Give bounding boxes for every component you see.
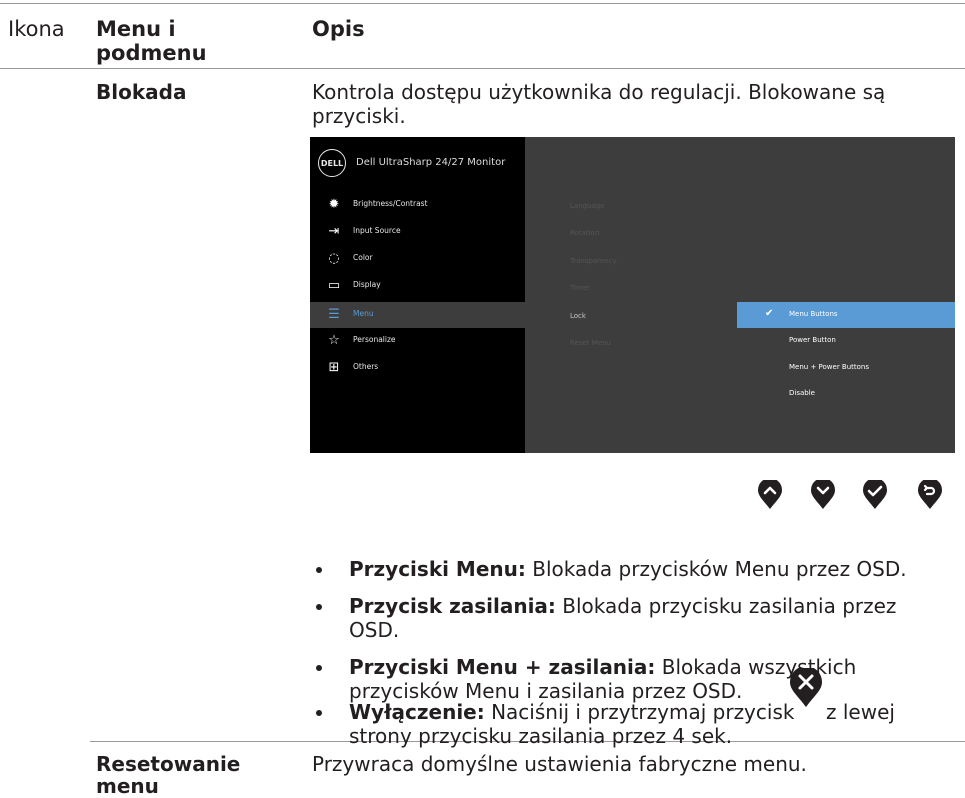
osd-menu-display[interactable]: ▭ Display (310, 273, 525, 299)
osd-menu-label: Display (353, 280, 381, 289)
osd-submenu-reset-menu[interactable]: Reset Menu (570, 339, 611, 347)
close-icon (790, 668, 822, 707)
bullet-disable-after-icon: z lewej (826, 700, 895, 724)
input-source-icon: ⇥ (328, 224, 340, 239)
header-menu-column-line2: podmenu (96, 41, 207, 65)
osd-option-menu-buttons[interactable]: ✔ Menu Buttons (737, 302, 955, 328)
osd-menu-others[interactable]: ⊞ Others (310, 355, 525, 381)
osd-option-menu-power-buttons[interactable]: Menu + Power Buttons (737, 355, 955, 381)
lock-row-description-line2: przyciski. (312, 104, 406, 128)
osd-menu-label: Input Source (353, 226, 401, 235)
bullet-text: Blokada przycisku zasilania przez (555, 594, 897, 618)
bullet-text: Blokada przycisków Menu przez OSD. (525, 557, 907, 581)
bullet-dot (316, 567, 322, 573)
reset-row-title: Resetowanie (96, 752, 241, 776)
header-rule (0, 68, 965, 69)
bullet-term: Wyłączenie: (349, 700, 485, 724)
osd-option-label: Disable (789, 389, 815, 397)
brightness-icon: ✹ (328, 197, 340, 212)
display-icon: ▭ (327, 278, 341, 293)
osd-submenu-rotation[interactable]: Rotation (570, 229, 599, 237)
osd-option-disable[interactable]: Disable (737, 381, 955, 407)
down-arrow-icon[interactable] (810, 480, 836, 510)
bullet-term: Przyciski Menu: (349, 557, 526, 581)
bullet-text: Blokada wszystkich (655, 655, 857, 679)
up-arrow-icon[interactable] (757, 480, 783, 510)
bullet-term: Przycisk zasilania: (349, 594, 556, 618)
others-icon: ⊞ (328, 360, 340, 375)
osd-option-power-button[interactable]: Power Button (737, 328, 955, 354)
osd-option-label: Power Button (789, 336, 836, 344)
header-icon-column: Ikona (8, 17, 65, 41)
osd-submenu-language[interactable]: Language (570, 202, 605, 210)
osd-option-label: Menu + Power Buttons (789, 363, 870, 371)
osd-menu-personalize[interactable]: ☆ Personalize (310, 328, 525, 354)
bullet-term: Przyciski Menu + zasilania: (349, 655, 656, 679)
bullet-disable-line2: strony przycisku zasilania przez 4 sek. (349, 724, 733, 748)
osd-menu-label: Brightness/Contrast (353, 199, 428, 208)
bullet-dot (316, 665, 322, 671)
osd-option-label: Menu Buttons (789, 310, 838, 318)
star-icon: ☆ (328, 333, 340, 348)
menu-icon: ☰ (328, 307, 340, 322)
header-description-column: Opis (312, 17, 365, 41)
osd-menu-label: Personalize (353, 335, 396, 344)
osd-screenshot: DELL Dell UltraSharp 24/27 Monitor ✹ Bri… (310, 137, 955, 453)
reset-row-title-line2: menu (96, 774, 159, 798)
osd-menu-brightness[interactable]: ✹ Brightness/Contrast (310, 192, 525, 218)
bullet-power-button: Przycisk zasilania: Blokada przycisku za… (349, 594, 896, 618)
osd-submenu-transparency[interactable]: Transparency (570, 257, 617, 265)
bullet-menu-buttons: Przyciski Menu: Blokada przycisków Menu … (349, 557, 907, 581)
check-icon: ✔ (765, 308, 774, 319)
bullet-power-button-line2: OSD. (349, 618, 400, 642)
osd-menu-label: Others (353, 362, 379, 371)
osd-submenu-timer[interactable]: Timer (570, 284, 590, 292)
osd-menu-label: Menu (353, 309, 374, 318)
dell-logo: DELL (318, 149, 346, 177)
osd-menu-label: Color (353, 253, 373, 262)
color-icon: ◌ (328, 251, 340, 266)
bullet-menu-power-buttons: Przyciski Menu + zasilania: Blokada wszy… (349, 655, 856, 679)
osd-menu-menu[interactable]: ☰ Menu (310, 302, 525, 328)
top-rule (0, 3, 965, 4)
bullet-dot (316, 604, 322, 610)
osd-submenu-lock[interactable]: Lock (570, 312, 586, 320)
bullet-disable: Wyłączenie: Naciśnij i przytrzymaj przyc… (349, 700, 794, 724)
osd-title: Dell UltraSharp 24/27 Monitor (356, 157, 506, 168)
check-icon[interactable] (862, 480, 888, 510)
back-icon[interactable] (917, 480, 943, 510)
header-menu-column: Menu i (96, 17, 176, 41)
osd-menu-input-source[interactable]: ⇥ Input Source (310, 219, 525, 245)
lock-row-title: Blokada (96, 80, 187, 104)
bullet-text: Naciśnij i przytrzymaj przycisk (484, 700, 795, 724)
lock-row-description: Kontrola dostępu użytkownika do regulacj… (312, 80, 886, 104)
reset-row-description: Przywraca domyślne ustawienia fabryczne … (312, 752, 807, 776)
bullet-dot (316, 710, 322, 716)
osd-menu-color[interactable]: ◌ Color (310, 246, 525, 272)
